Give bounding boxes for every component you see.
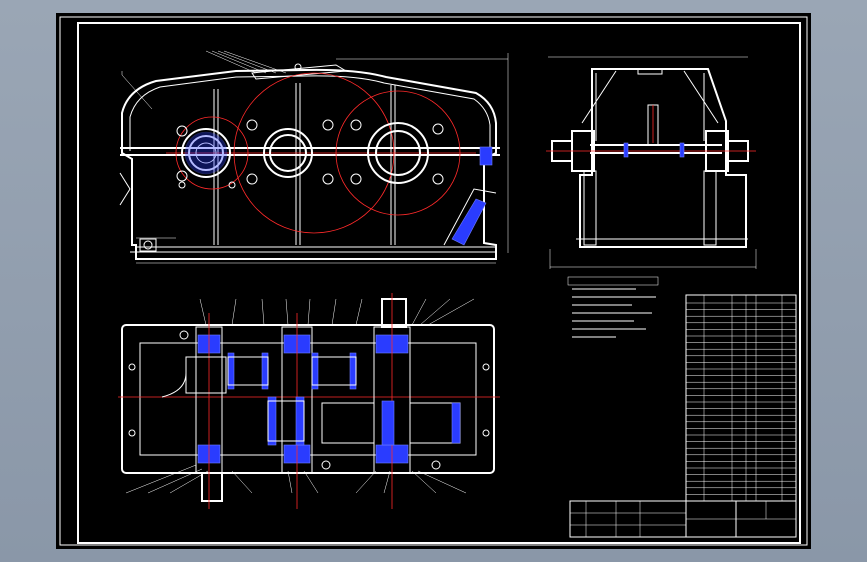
title-block [569, 500, 797, 538]
front-view [119, 50, 509, 264]
parts-list [685, 294, 797, 502]
top-section-view [118, 293, 500, 509]
outer-border [59, 16, 808, 546]
technical-requirements [567, 276, 659, 338]
drawing-sheet [56, 13, 811, 549]
engineering-drawing [59, 16, 808, 546]
side-view [546, 56, 757, 269]
inner-border [77, 22, 801, 544]
